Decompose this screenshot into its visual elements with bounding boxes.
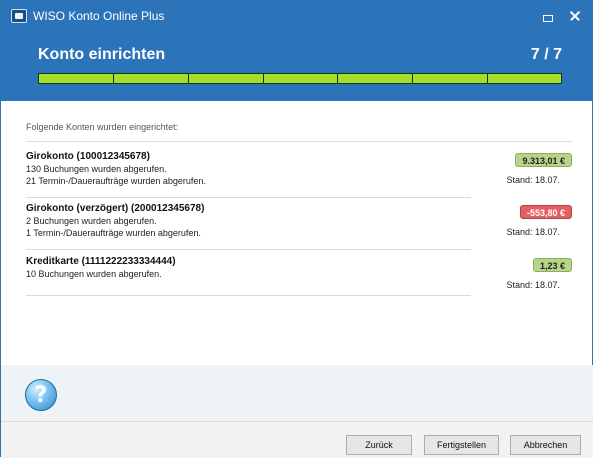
row-separator (26, 249, 471, 250)
account-orders-text: 1 Termin-/Daueraufträge wurden abgerufen… (26, 228, 201, 238)
account-bookings-text: 10 Buchungen wurden abgerufen. (26, 269, 162, 279)
intro-text: Folgende Konten wurden eingerichtet: (26, 122, 179, 132)
account-name: Girokonto (verzögert) (200012345678) (26, 203, 205, 214)
close-button[interactable] (562, 5, 588, 27)
finish-button[interactable]: Fertigstellen (424, 435, 499, 455)
stand-date: Stand: 18.07. (506, 175, 560, 185)
stand-date: Stand: 18.07. (506, 280, 560, 290)
account-bookings-text: 2 Buchungen wurden abgerufen. (26, 216, 157, 226)
header: WISO Konto Online Plus Konto einrichten … (1, 1, 593, 101)
page-title: Konto einrichten (38, 46, 166, 63)
help-panel (1, 365, 593, 425)
content-area: Folgende Konten wurden eingerichtet: Gir… (1, 101, 593, 425)
account-row-kreditkarte: Kreditkarte (1111222233334444) 10 Buchun… (26, 256, 572, 296)
account-orders-text: 21 Termin-/Daueraufträge wurden abgerufe… (26, 176, 206, 186)
divider (26, 141, 572, 142)
stand-date: Stand: 18.07. (506, 227, 560, 237)
window-title: WISO Konto Online Plus (33, 9, 165, 23)
account-bookings-text: 130 Buchungen wurden abgerufen. (26, 164, 167, 174)
progress-bar (38, 73, 562, 84)
app-icon (11, 9, 27, 23)
account-name: Girokonto (100012345678) (26, 151, 150, 162)
balance-badge: -553,80 € (519, 205, 572, 219)
restore-button[interactable] (534, 5, 560, 27)
help-question-icon[interactable] (25, 379, 57, 411)
balance-badge: 9.313,01 € (515, 153, 572, 167)
row-separator (26, 295, 471, 296)
back-button[interactable]: Zurück (346, 435, 412, 455)
account-row-girokonto-verzoegert: Girokonto (verzögert) (200012345678) 2 B… (26, 203, 572, 250)
row-separator (26, 197, 471, 198)
account-row-girokonto: Girokonto (100012345678) 130 Buchungen w… (26, 151, 572, 198)
titlebar: WISO Konto Online Plus (1, 1, 593, 31)
dialog-window: WISO Konto Online Plus Konto einrichten … (0, 0, 593, 458)
footer-bar: Zurück Fertigstellen Abbrechen (1, 421, 593, 458)
account-name: Kreditkarte (1111222233334444) (26, 256, 176, 267)
step-counter: 7 / 7 (530, 46, 562, 63)
cancel-button[interactable]: Abbrechen (510, 435, 581, 455)
balance-badge: 1,23 € (532, 258, 572, 272)
